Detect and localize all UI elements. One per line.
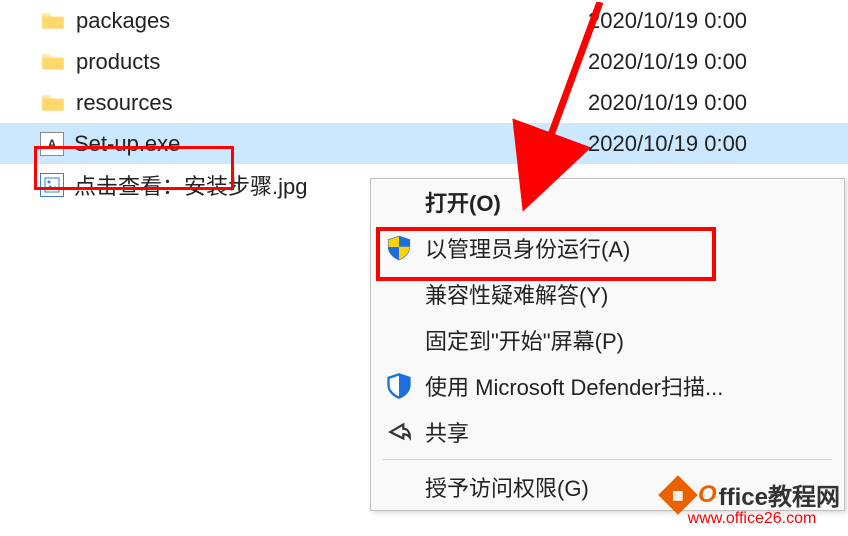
watermark-brand: ffice教程网 [719, 477, 840, 512]
blank-icon [383, 186, 415, 218]
defender-icon [383, 370, 415, 402]
folder-icon [40, 8, 66, 34]
folder-icon [40, 90, 66, 116]
watermark-url: www.office26.com [664, 510, 840, 528]
watermark-brand-prefix: O [698, 481, 717, 509]
folder-icon [40, 49, 66, 75]
file-date: 2020/10/19 0:00 [588, 49, 848, 75]
watermark-icon: ▦ [658, 475, 698, 515]
file-name: resources [76, 90, 588, 116]
file-date: 2020/10/19 0:00 [588, 131, 848, 157]
file-row-resources[interactable]: resources 2020/10/19 0:00 [0, 82, 848, 123]
menu-item-pin-start[interactable]: 固定到"开始"屏幕(P) [371, 317, 844, 363]
file-name: Set-up.exe [74, 131, 588, 157]
menu-item-share[interactable]: 共享 [371, 409, 844, 455]
blank-icon [383, 278, 415, 310]
context-menu: 打开(O) 以管理员身份运行(A) 兼容性疑难解答(Y) 固定到"开始"屏幕(P… [370, 178, 845, 511]
file-date: 2020/10/19 0:00 [588, 90, 848, 116]
shield-uac-icon [383, 232, 415, 264]
share-icon [383, 416, 415, 448]
menu-separator [383, 459, 832, 460]
file-row-packages[interactable]: packages 2020/10/19 0:00 [0, 0, 848, 41]
file-name: products [76, 49, 588, 75]
blank-icon [383, 471, 415, 503]
menu-item-compat[interactable]: 兼容性疑难解答(Y) [371, 271, 844, 317]
exe-icon: A [40, 132, 64, 156]
file-row-products[interactable]: products 2020/10/19 0:00 [0, 41, 848, 82]
menu-item-run-admin[interactable]: 以管理员身份运行(A) [371, 225, 844, 271]
file-name: packages [76, 8, 588, 34]
menu-item-defender[interactable]: 使用 Microsoft Defender扫描... [371, 363, 844, 409]
file-row-setup[interactable]: A Set-up.exe 2020/10/19 0:00 [0, 123, 848, 164]
image-icon [40, 173, 64, 197]
file-list: packages 2020/10/19 0:00 products 2020/1… [0, 0, 848, 205]
menu-item-open[interactable]: 打开(O) [371, 179, 844, 225]
blank-icon [383, 324, 415, 356]
file-date: 2020/10/19 0:00 [588, 8, 848, 34]
watermark: ▦ O ffice教程网 www.office26.com [664, 477, 840, 528]
